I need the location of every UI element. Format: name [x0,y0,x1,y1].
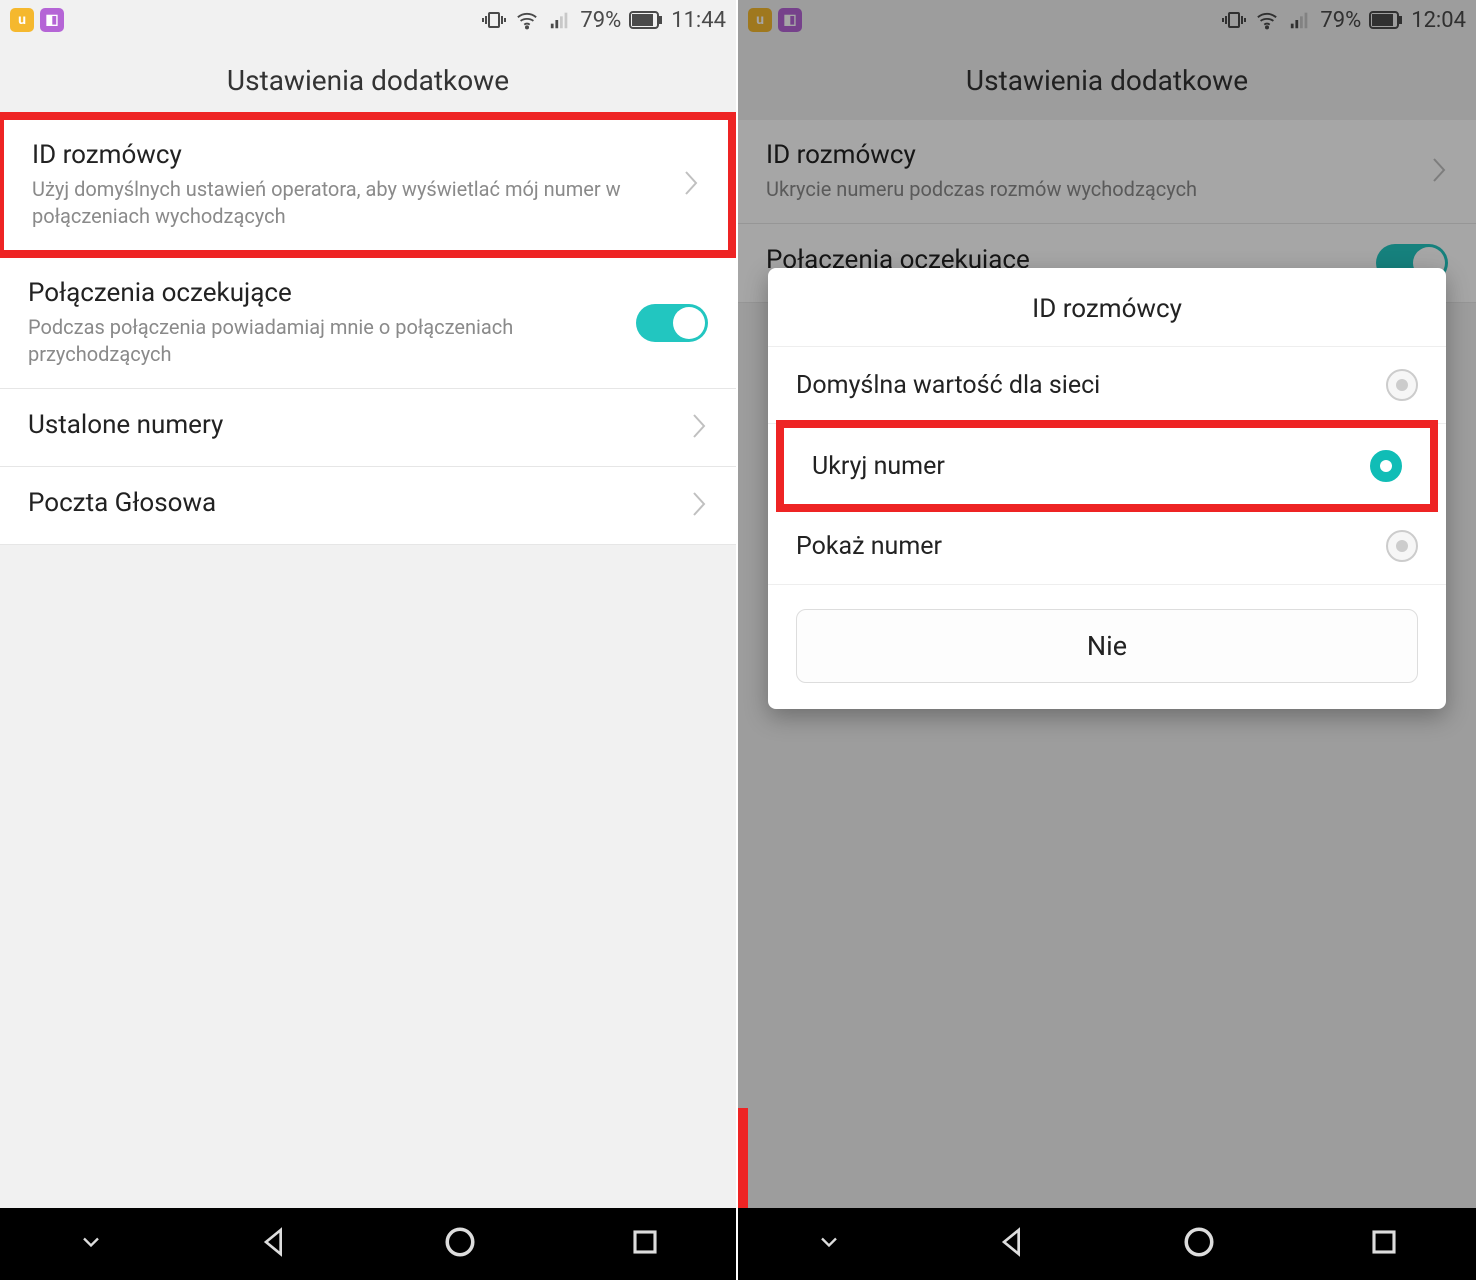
wifi-icon [514,9,540,31]
page-title: Ustawienia dodatkowe [0,40,736,120]
dialog-cancel-button[interactable]: Nie [796,609,1418,683]
radio-unchecked-icon [1386,369,1418,401]
chevron-right-icon [690,411,708,445]
chevron-right-icon [690,489,708,523]
android-navbar [738,1208,1476,1280]
option-default-network[interactable]: Domyślna wartość dla sieci [768,347,1446,424]
android-navbar [0,1208,736,1280]
dialog-cancel-label: Nie [1087,630,1127,662]
call-waiting-title: Połączenia oczekujące [28,278,620,308]
chevron-right-icon [682,168,700,202]
nav-recent-icon[interactable] [1369,1227,1399,1261]
option-label: Pokaż numer [796,532,1386,561]
call-waiting-toggle[interactable] [636,304,708,342]
notification-app-icon-2: ◧ [40,8,64,32]
nav-back-icon[interactable] [996,1226,1028,1262]
nav-back-icon[interactable] [258,1226,290,1262]
nav-dropdown-icon[interactable] [77,1228,105,1260]
nav-recent-icon[interactable] [630,1227,660,1261]
caller-id-sub: Użyj domyślnych ustawień operatora, aby … [32,176,666,230]
fixed-numbers-title: Ustalone numery [28,410,674,440]
nav-dropdown-icon[interactable] [815,1228,843,1260]
phone-screen-right: u ◧ 79% 12:04 Ustawienia doda [738,0,1476,1280]
option-label: Domyślna wartość dla sieci [796,371,1386,400]
call-waiting-sub: Podczas połączenia powiadamiaj mnie o po… [28,314,620,368]
option-label: Ukryj numer [812,452,1370,481]
row-voicemail[interactable]: Poczta Głosowa [0,467,736,545]
caller-id-title: ID rozmówcy [32,140,666,170]
row-caller-id[interactable]: ID rozmówcy Użyj domyślnych ustawień ope… [0,112,736,258]
radio-checked-icon [1370,450,1402,482]
option-hide-number[interactable]: Ukryj numer [776,420,1438,512]
row-fixed-numbers[interactable]: Ustalone numery [0,389,736,467]
nav-home-icon[interactable] [1182,1225,1216,1263]
radio-unchecked-icon [1386,530,1418,562]
nav-home-icon[interactable] [443,1225,477,1263]
notification-app-icon-1: u [10,8,34,32]
dialog-title: ID rozmówcy [768,268,1446,347]
vibrate-icon [482,8,506,32]
row-call-waiting[interactable]: Połączenia oczekujące Podczas połączenia… [0,258,736,389]
signal-icon [548,9,572,31]
highlight-marker [738,1108,748,1208]
option-show-number[interactable]: Pokaż numer [768,508,1446,585]
battery-percent: 79% [580,8,621,33]
status-bar: u ◧ 79% 11:44 [0,0,736,40]
voicemail-title: Poczta Głosowa [28,488,674,518]
caller-id-dialog: ID rozmówcy Domyślna wartość dla sieci U… [768,268,1446,709]
phone-screen-left: u ◧ 79% 11:44 Ustawienia doda [0,0,738,1280]
battery-icon [629,11,663,29]
clock: 11:44 [671,8,726,33]
